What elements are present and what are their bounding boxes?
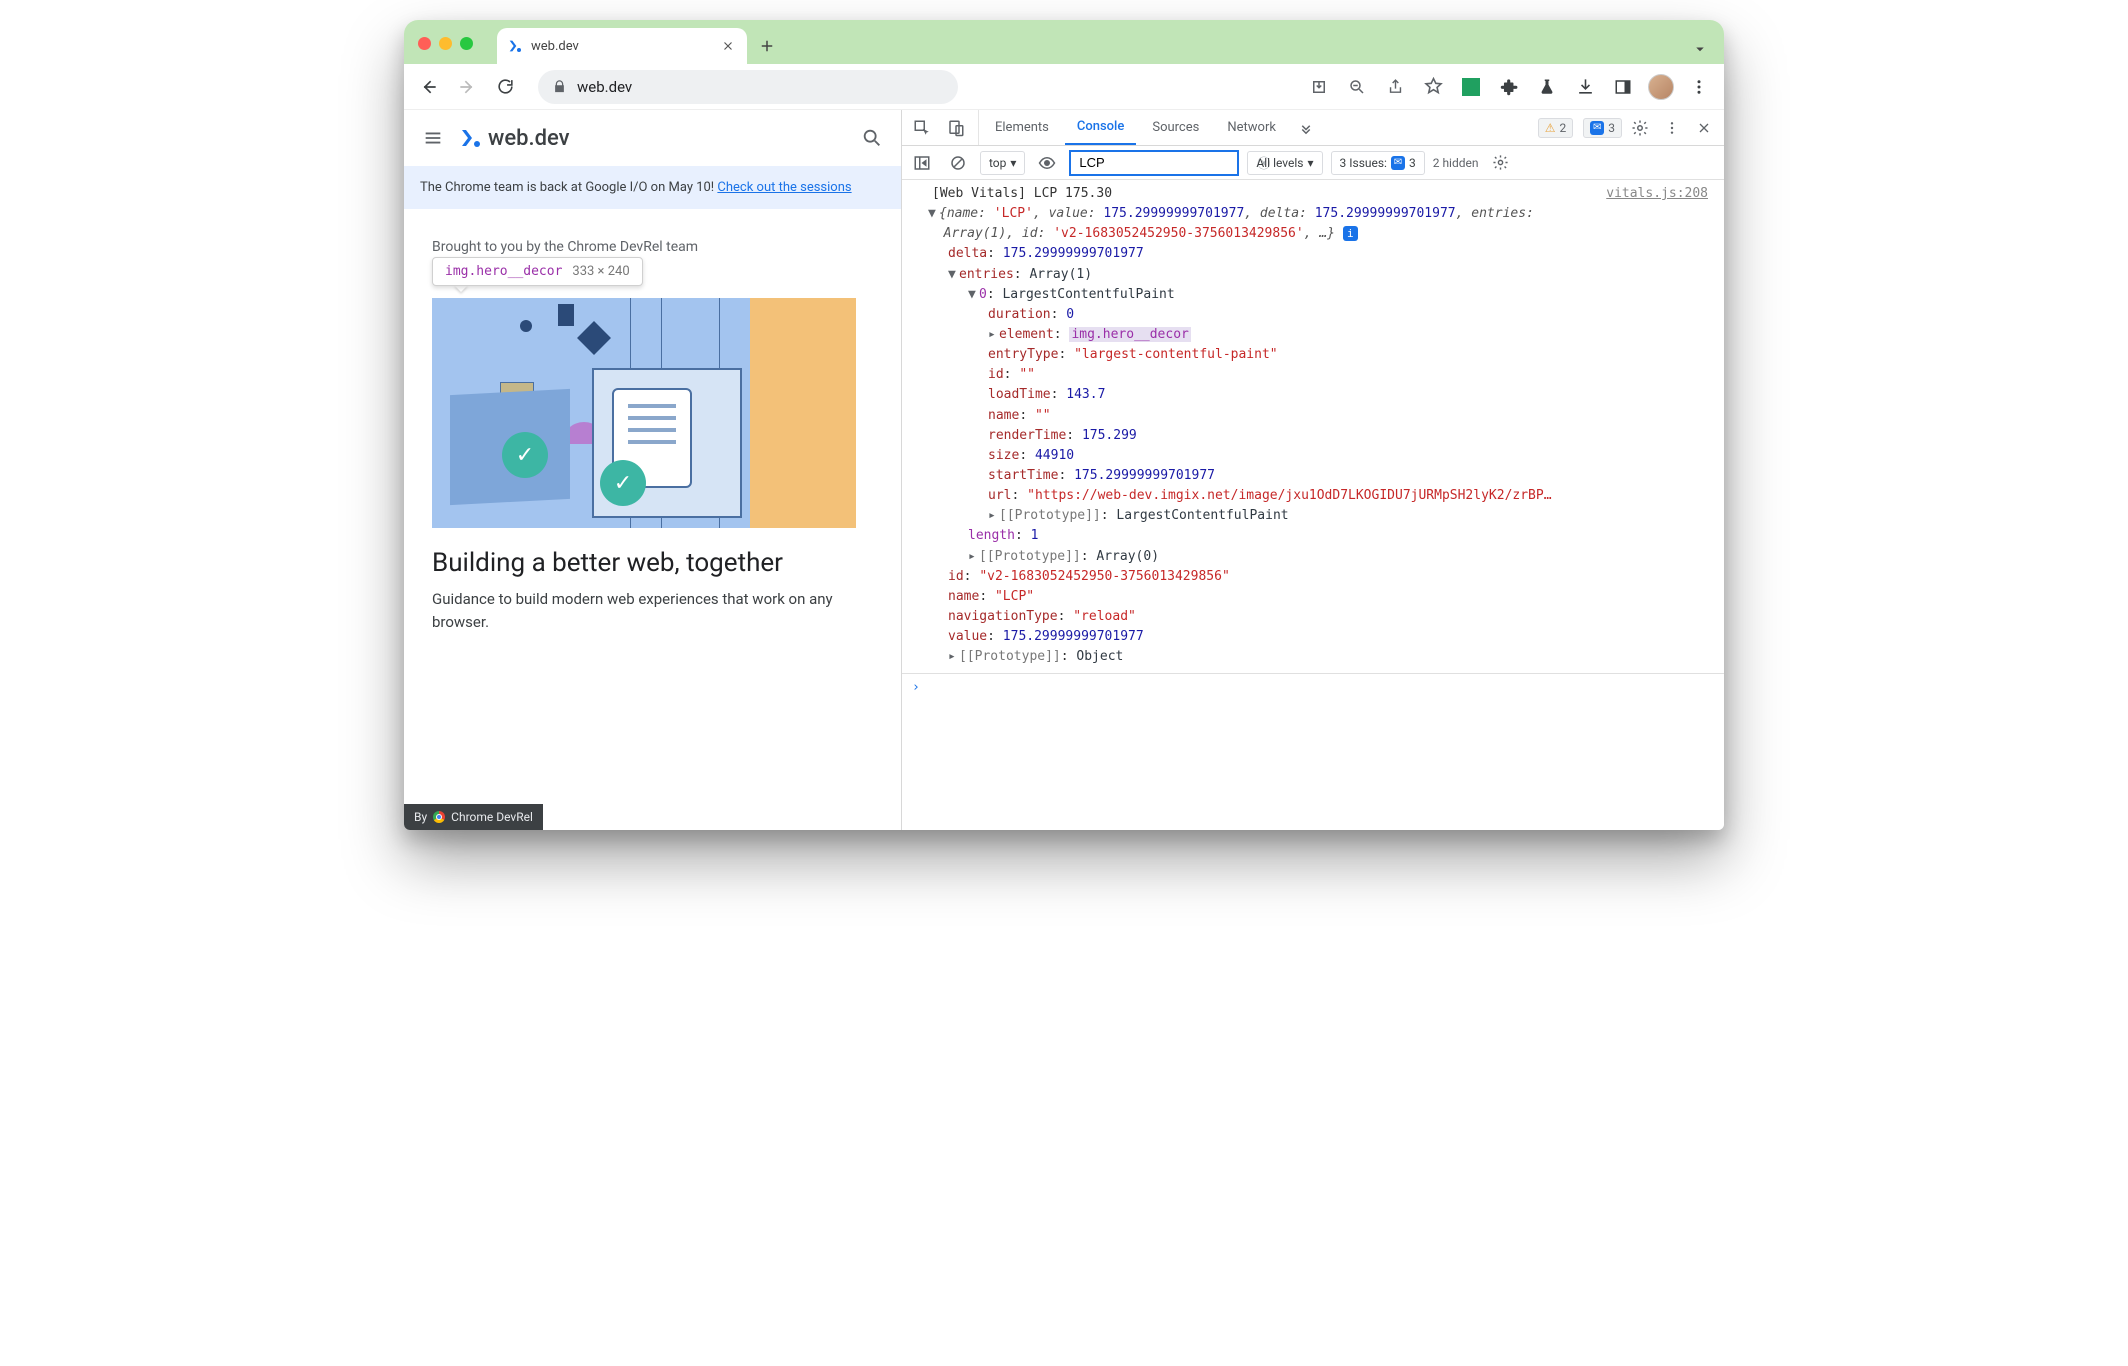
url-text: web.dev xyxy=(577,78,632,96)
console-toolbar: top ▾ ⓧ All levels ▾ 3 Issues: ✉3 2 hidd… xyxy=(902,146,1724,180)
element-reference[interactable]: img.hero__decor xyxy=(1069,327,1190,342)
lock-icon xyxy=(552,79,567,94)
extension-indicator[interactable] xyxy=(1456,72,1486,102)
reload-button[interactable] xyxy=(490,72,520,102)
extensions-icon[interactable] xyxy=(1494,72,1524,102)
inspector-selector: img.hero__decor xyxy=(445,264,562,279)
console-filter-input[interactable]: ⓧ xyxy=(1069,150,1239,176)
favicon-icon xyxy=(507,38,523,54)
share-icon[interactable] xyxy=(1380,72,1410,102)
site-logo[interactable]: web.dev xyxy=(458,126,570,151)
element-inspector-tooltip: img.hero__decor 333 × 240 xyxy=(432,257,643,286)
labs-icon[interactable] xyxy=(1532,72,1562,102)
headline: Building a better web, together xyxy=(432,548,873,578)
maximize-window-button[interactable] xyxy=(460,37,473,50)
source-link[interactable]: vitals.js:208 xyxy=(1606,184,1708,204)
tab-elements[interactable]: Elements xyxy=(983,110,1061,145)
devrel-by: By xyxy=(414,810,427,824)
issues-button[interactable]: 3 Issues: ✉3 xyxy=(1331,151,1425,175)
more-tabs-button[interactable] xyxy=(1292,110,1320,145)
filter-text[interactable] xyxy=(1077,154,1257,171)
side-panel-icon[interactable] xyxy=(1608,72,1638,102)
live-expression-button[interactable] xyxy=(1033,146,1061,179)
address-bar[interactable]: web.dev xyxy=(538,70,958,104)
menu-button[interactable] xyxy=(1684,72,1714,102)
info-icon[interactable]: i xyxy=(1343,226,1358,241)
inspector-dimensions: 333 × 240 xyxy=(572,264,629,279)
tab-list-dropdown[interactable] xyxy=(1686,40,1714,58)
profile-avatar[interactable] xyxy=(1646,72,1676,102)
browser-toolbar: web.dev xyxy=(404,64,1724,110)
device-toggle-button[interactable] xyxy=(942,110,970,145)
console-output: [Web Vitals] LCP 175.30 vitals.js:208 ▼{… xyxy=(902,180,1724,830)
devrel-badge[interactable]: By Chrome DevRel xyxy=(404,804,543,830)
devtools-tab-bar: Elements Console Sources Network ⚠2 ✉3 xyxy=(902,110,1724,146)
menu-icon[interactable] xyxy=(422,127,444,149)
window-controls xyxy=(418,37,473,50)
brought-by-text: Brought to you by the Chrome DevRel team xyxy=(432,239,873,255)
close-window-button[interactable] xyxy=(418,37,431,50)
banner-text: The Chrome team is back at Google I/O on… xyxy=(420,180,717,195)
log-title: LCP 175.30 xyxy=(1034,186,1112,201)
log-prefix: [Web Vitals] xyxy=(932,186,1026,201)
announcement-banner: The Chrome team is back at Google I/O on… xyxy=(404,166,901,209)
clear-console-button[interactable] xyxy=(944,146,972,179)
devrel-label: Chrome DevRel xyxy=(451,810,533,824)
subheadline: Guidance to build modern web experiences… xyxy=(432,588,873,633)
browser-window: web.dev web.dev xyxy=(404,20,1724,830)
console-log-row[interactable]: [Web Vitals] LCP 175.30 vitals.js:208 xyxy=(902,180,1724,204)
site-name: web.dev xyxy=(488,126,570,151)
chrome-icon xyxy=(433,811,445,823)
console-sidebar-toggle[interactable] xyxy=(908,146,936,179)
banner-link[interactable]: Check out the sessions xyxy=(717,180,851,195)
console-prompt[interactable]: › xyxy=(902,673,1724,702)
hidden-count: 2 hidden xyxy=(1433,156,1479,170)
tab-strip: web.dev xyxy=(404,20,1724,64)
forward-button[interactable] xyxy=(452,72,482,102)
minimize-window-button[interactable] xyxy=(439,37,452,50)
site-header: web.dev xyxy=(404,110,901,166)
search-button[interactable] xyxy=(861,127,883,149)
log-levels-selector[interactable]: All levels ▾ xyxy=(1247,151,1322,175)
downloads-icon[interactable] xyxy=(1570,72,1600,102)
devtools-close-button[interactable] xyxy=(1690,110,1718,145)
bookmark-icon[interactable] xyxy=(1418,72,1448,102)
browser-tab[interactable]: web.dev xyxy=(497,28,747,64)
tab-close-button[interactable] xyxy=(721,39,737,53)
tab-console[interactable]: Console xyxy=(1065,110,1136,145)
new-tab-button[interactable] xyxy=(753,32,781,60)
tab-title: web.dev xyxy=(531,39,713,54)
context-selector[interactable]: top ▾ xyxy=(980,151,1025,175)
warnings-badge[interactable]: ⚠2 xyxy=(1538,118,1574,138)
logo-icon xyxy=(458,126,482,150)
zoom-icon[interactable] xyxy=(1342,72,1372,102)
tab-network[interactable]: Network xyxy=(1215,110,1288,145)
install-app-icon[interactable] xyxy=(1304,72,1334,102)
devtools-settings-button[interactable] xyxy=(1626,110,1654,145)
messages-badge[interactable]: ✉3 xyxy=(1583,118,1622,138)
page-viewport: web.dev The Chrome team is back at Googl… xyxy=(404,110,902,830)
devtools-menu-button[interactable] xyxy=(1658,110,1686,145)
devtools-panel: Elements Console Sources Network ⚠2 ✉3 t… xyxy=(902,110,1724,830)
back-button[interactable] xyxy=(414,72,444,102)
inspect-element-button[interactable] xyxy=(908,110,936,145)
tab-sources[interactable]: Sources xyxy=(1140,110,1211,145)
console-settings-button[interactable] xyxy=(1487,146,1515,179)
hero-image: ✓ ✓ xyxy=(432,298,856,528)
